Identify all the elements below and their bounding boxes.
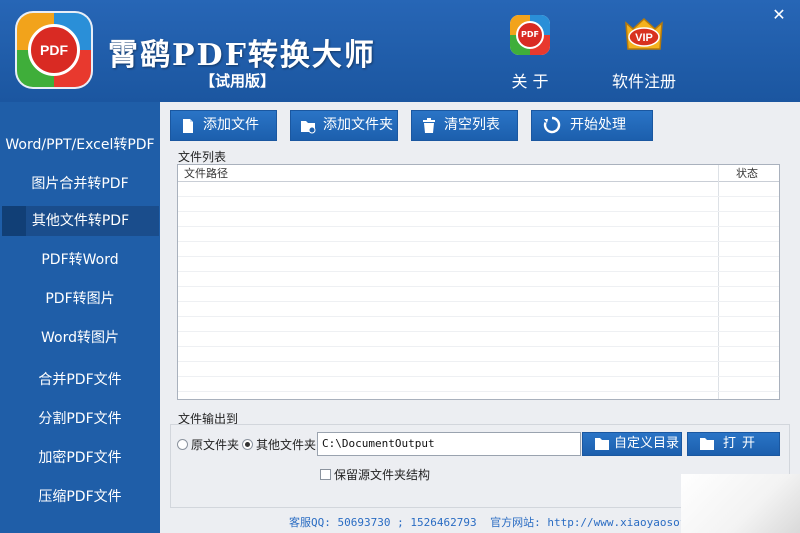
radio-source-label: 原文件夹: [191, 438, 240, 452]
row-separator: [178, 271, 779, 272]
custom-directory-button[interactable]: 自定义目录: [582, 432, 682, 456]
add-folder-button[interactable]: 添加文件夹: [290, 110, 398, 141]
open-folder-label: 打开: [723, 436, 762, 451]
main-panel: 添加文件 添加文件夹 清空列表 开始处理 文件列表 文件路径 状态 文件输出到: [160, 102, 800, 533]
clear-list-button[interactable]: 清空列表: [411, 110, 518, 141]
app-title: 霄鹞PDF转换大师: [108, 38, 376, 73]
file-icon: [183, 119, 193, 133]
custom-directory-label: 自定义目录: [614, 436, 680, 451]
row-separator: [178, 361, 779, 362]
file-table[interactable]: 文件路径 状态: [177, 164, 780, 400]
column-header-path[interactable]: 文件路径: [184, 165, 228, 182]
trash-icon: [423, 118, 435, 133]
output-path-input[interactable]: C:\DocumentOutput: [317, 432, 581, 456]
radio-source-folder[interactable]: 原文件夹: [177, 437, 239, 453]
close-icon[interactable]: ✕: [770, 6, 788, 24]
vip-badge-icon: VIP: [625, 17, 663, 50]
row-separator: [178, 376, 779, 377]
row-separator: [178, 331, 779, 332]
clear-list-label: 清空列表: [444, 117, 500, 133]
sidebar-item-pdf-to-word[interactable]: PDF转Word: [0, 245, 160, 275]
sidebar-item-merge-pdf[interactable]: 合并PDF文件: [0, 365, 160, 395]
start-label: 开始处理: [570, 117, 626, 133]
sidebar-item-pdf-to-image[interactable]: PDF转图片: [0, 284, 160, 314]
refresh-icon: [543, 116, 561, 134]
sidebar-item-split-pdf[interactable]: 分割PDF文件: [0, 404, 160, 434]
folder-open-icon: [700, 438, 714, 450]
about-icon: PDF: [510, 15, 550, 55]
column-divider: [718, 165, 719, 399]
start-button[interactable]: 开始处理: [531, 110, 653, 141]
row-separator: [178, 316, 779, 317]
keep-structure-label: 保留源文件夹结构: [334, 468, 431, 482]
sidebar-item-images-to-pdf[interactable]: 图片合并转PDF: [0, 169, 160, 199]
sidebar-item-label: 其他文件转PDF: [31, 213, 130, 229]
sidebar-item-compress-pdf[interactable]: 压缩PDF文件: [0, 482, 160, 512]
sidebar-item-office-to-pdf[interactable]: Word/PPT/Excel转PDF: [0, 130, 160, 160]
radio-dot: [177, 439, 188, 450]
add-folder-label: 添加文件夹: [323, 117, 393, 133]
website-link[interactable]: 官方网站: http://www.xiaoyaosoft.cn: [490, 516, 713, 529]
row-separator: [178, 286, 779, 287]
logo-pdf-text: PDF: [28, 24, 80, 76]
row-separator: [178, 301, 779, 302]
radio-other-label: 其他文件夹: [256, 438, 317, 452]
about-button[interactable]: PDF 关 于: [485, 15, 575, 95]
sidebar-item-other-to-pdf[interactable]: 其他文件转PDF: [2, 206, 159, 236]
row-separator: [178, 391, 779, 392]
row-separator: [178, 346, 779, 347]
app-edition: 【试用版】: [200, 72, 276, 90]
radio-dot-selected: [242, 439, 253, 450]
register-button[interactable]: VIP 软件注册: [599, 15, 689, 95]
folder-icon: [595, 438, 609, 450]
window-corner-overlay: [681, 474, 800, 533]
radio-other-folder[interactable]: 其他文件夹: [242, 437, 316, 453]
checkbox-box: [320, 469, 331, 480]
open-folder-button[interactable]: 打开: [687, 432, 780, 456]
row-separator: [178, 241, 779, 242]
register-label: 软件注册: [611, 72, 676, 91]
add-file-button[interactable]: 添加文件: [170, 110, 277, 141]
title-bar: PDF 霄鹞PDF转换大师 【试用版】 PDF 关 于 VIP 软件注册 ✕: [0, 0, 800, 102]
app-logo: PDF: [17, 13, 91, 87]
add-file-label: 添加文件: [203, 117, 259, 133]
row-separator: [178, 256, 779, 257]
file-list-label: 文件列表: [178, 150, 227, 164]
table-header: 文件路径 状态: [178, 165, 779, 182]
row-separator: [178, 226, 779, 227]
sidebar-item-word-to-image[interactable]: Word转图片: [0, 323, 160, 353]
footer: 客服QQ: 50693730 ; 1526462793 官方网站: http:/…: [289, 514, 723, 530]
sidebar: Word/PPT/Excel转PDF 图片合并转PDF 其他文件转PDF PDF…: [0, 102, 160, 533]
vip-text: VIP: [635, 32, 653, 44]
support-qq: 客服QQ: 50693730 ; 1526462793: [289, 516, 477, 529]
column-header-status[interactable]: 状态: [736, 165, 758, 182]
sidebar-item-encrypt-pdf[interactable]: 加密PDF文件: [0, 443, 160, 473]
folder-add-icon: [301, 121, 316, 134]
row-separator: [178, 196, 779, 197]
active-marker: [2, 206, 26, 236]
row-separator: [178, 211, 779, 212]
about-label: 关 于: [511, 72, 549, 91]
keep-structure-checkbox[interactable]: 保留源文件夹结构: [320, 468, 430, 482]
